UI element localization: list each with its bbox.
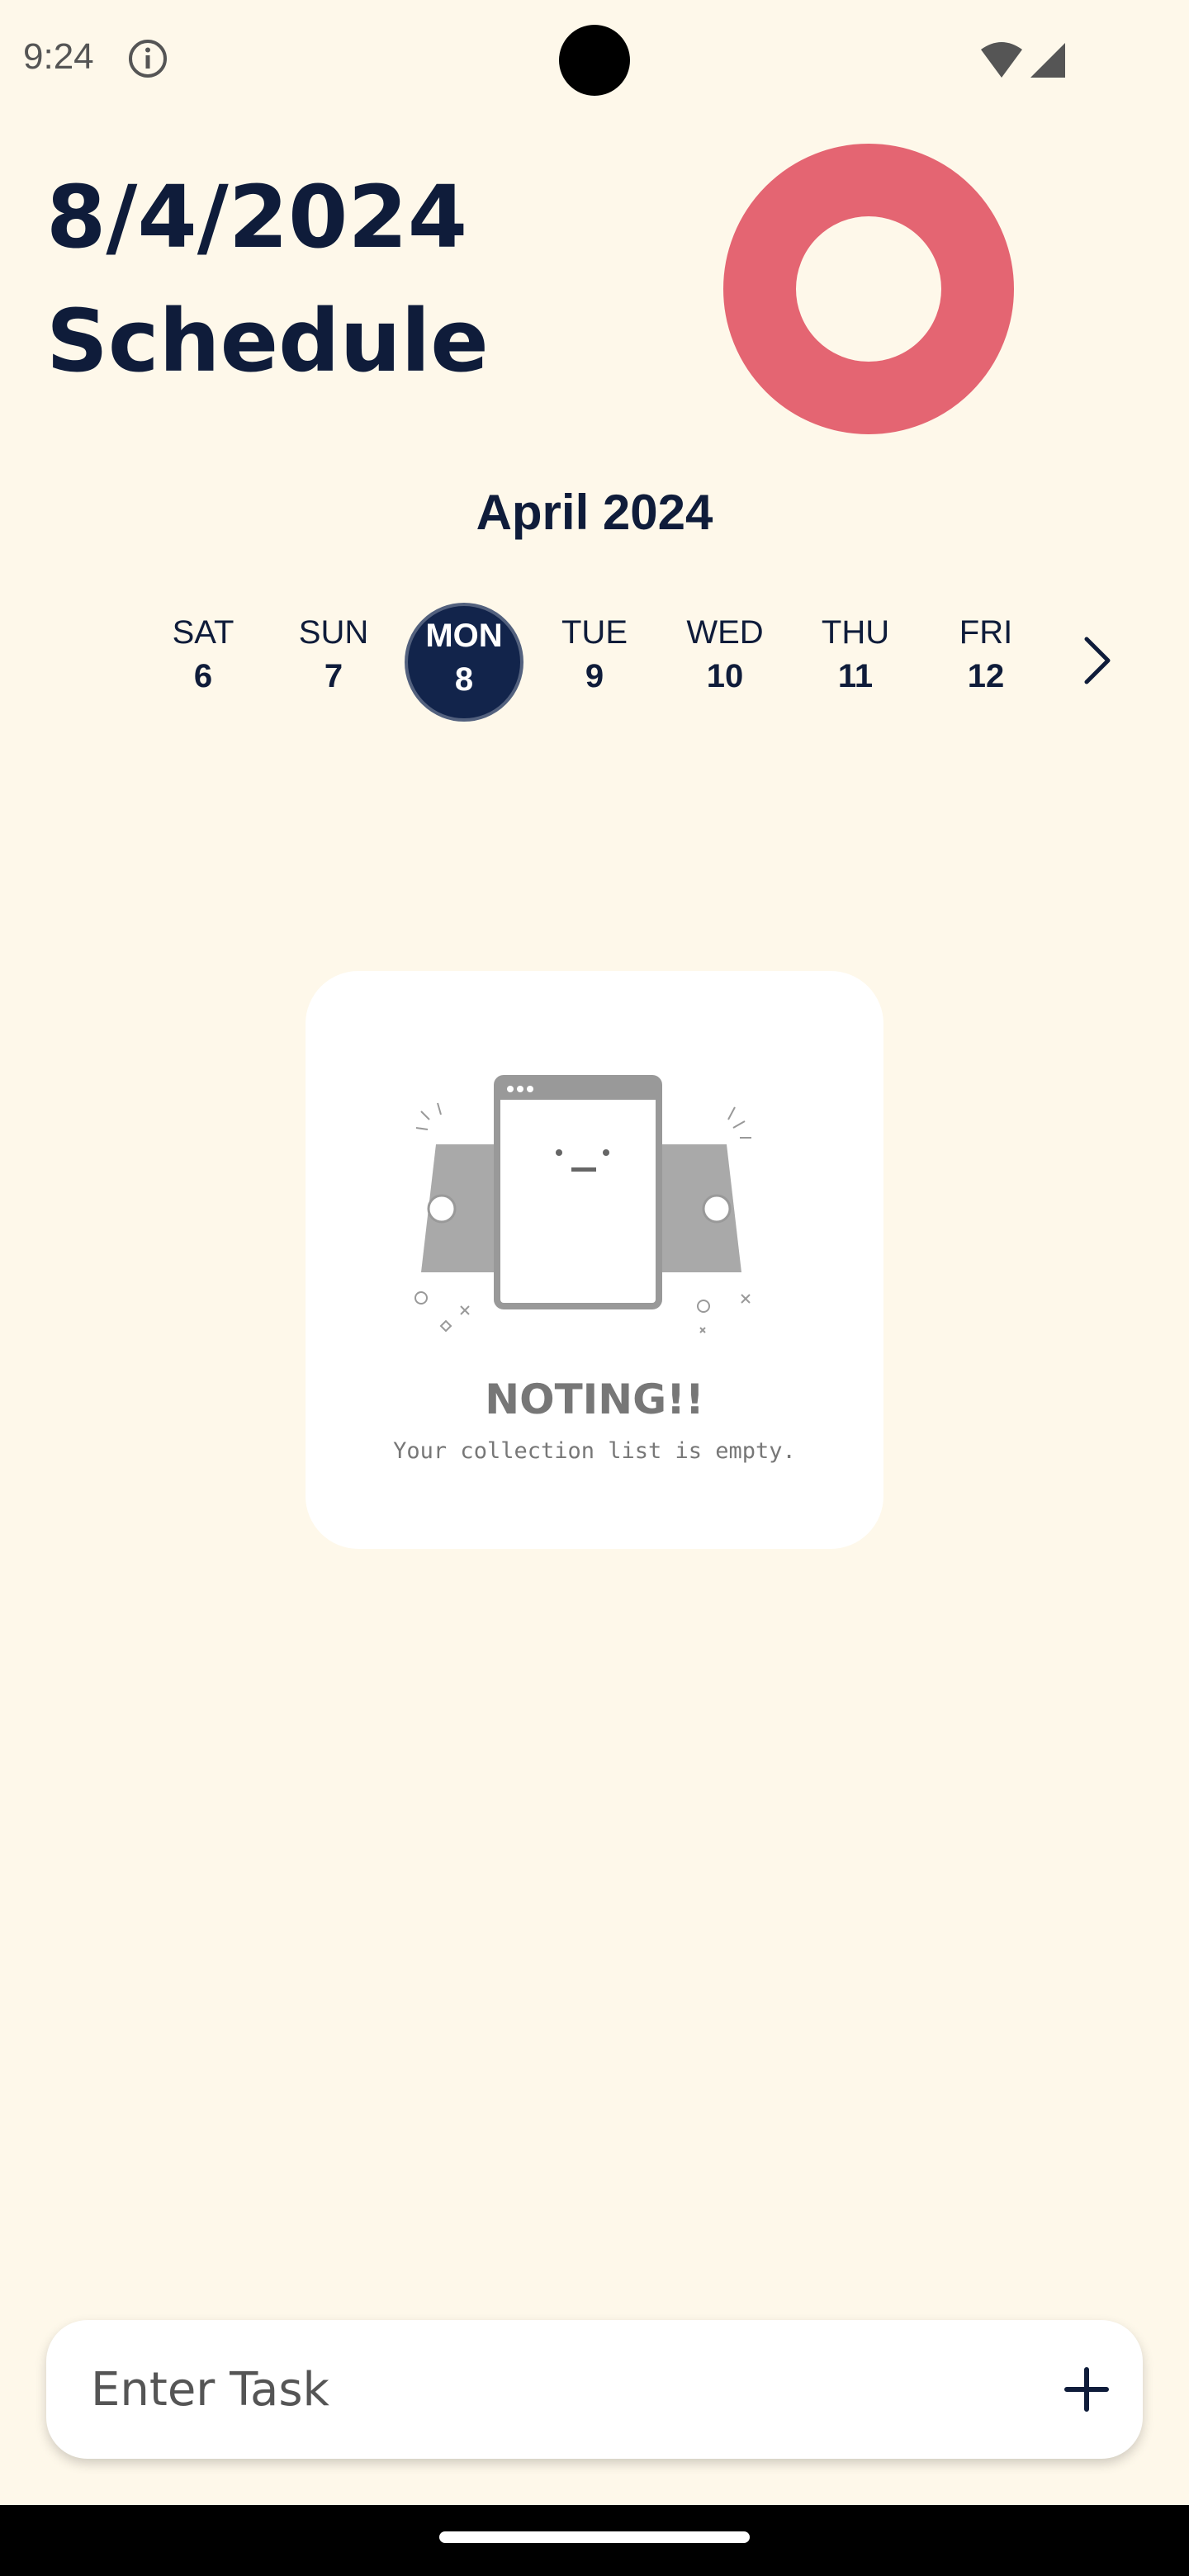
day-number: 8 — [454, 661, 474, 698]
home-indicator[interactable] — [439, 2531, 750, 2543]
day-name: TUE — [561, 614, 628, 651]
day-sat[interactable]: SAT 6 — [144, 603, 263, 722]
day-wed[interactable]: WED 10 — [666, 603, 784, 722]
task-input[interactable] — [91, 2320, 999, 2459]
day-thu[interactable]: THU 11 — [796, 603, 915, 722]
day-number: 10 — [706, 658, 744, 694]
chevron-right-icon[interactable] — [1073, 634, 1120, 687]
header-date: 8/4/2024 — [46, 167, 468, 268]
status-bar: 9:24 — [0, 0, 1189, 116]
status-time: 9:24 — [23, 36, 94, 77]
day-fri[interactable]: FRI 12 — [926, 603, 1045, 722]
day-number: 9 — [585, 658, 604, 694]
day-name: WED — [686, 614, 764, 651]
empty-state-card: NOTING!! Your collection list is empty. — [306, 971, 883, 1549]
progress-ring — [723, 144, 1014, 434]
empty-list-illustration — [414, 1075, 751, 1333]
schedule-screen: 9:24 8/4/2024 Schedule April 2024 SAT 6 … — [0, 0, 1189, 2576]
camera-cutout — [559, 25, 630, 96]
day-number: 6 — [193, 658, 213, 694]
day-number: 12 — [967, 658, 1005, 694]
day-tue[interactable]: TUE 9 — [535, 603, 654, 722]
page-title: 8/4/2024 Schedule — [46, 155, 489, 403]
empty-state-title: NOTING!! — [485, 1376, 704, 1423]
info-icon — [129, 40, 167, 78]
signal-icon — [1030, 43, 1065, 78]
empty-state-subtitle: Your collection list is empty. — [393, 1438, 796, 1464]
day-name: FRI — [959, 614, 1013, 651]
day-mon[interactable]: MON 8 — [405, 603, 523, 722]
day-name: SUN — [298, 614, 369, 651]
day-sun[interactable]: SUN 7 — [274, 603, 393, 722]
add-icon[interactable] — [1059, 2361, 1115, 2417]
month-label: April 2024 — [476, 485, 713, 540]
header-title: Schedule — [46, 291, 489, 391]
day-name: MON — [425, 618, 503, 654]
task-input-bar — [46, 2320, 1143, 2459]
wifi-icon — [981, 42, 1022, 78]
day-name: SAT — [172, 614, 234, 651]
day-number: 11 — [837, 658, 874, 694]
day-number: 7 — [324, 658, 343, 694]
day-name: THU — [821, 614, 890, 651]
